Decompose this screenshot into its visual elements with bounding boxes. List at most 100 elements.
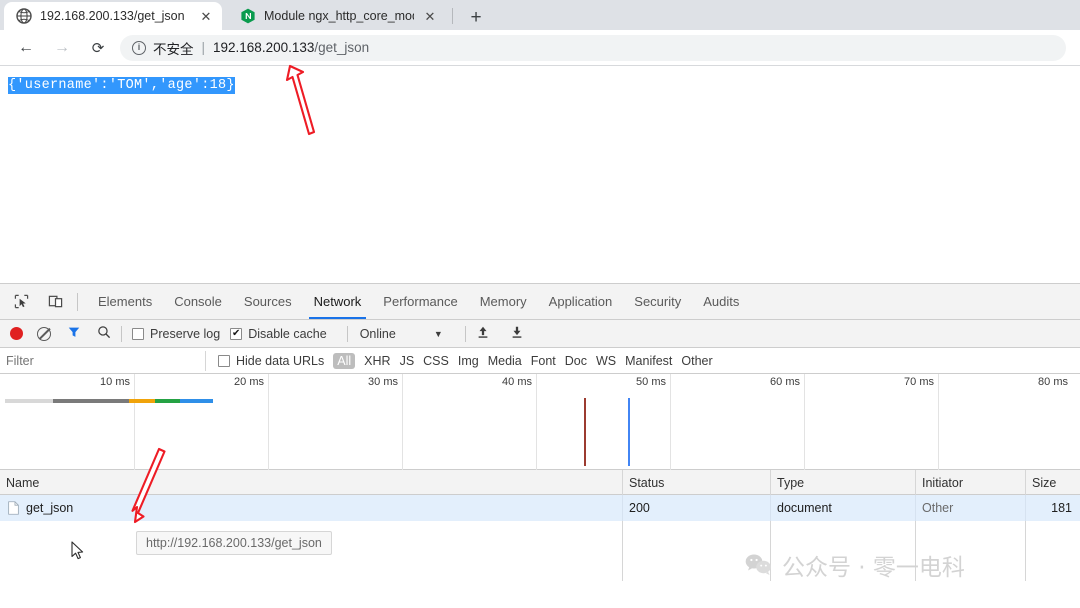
devtools-tab-memory[interactable]: Memory	[469, 284, 538, 319]
hide-data-urls-checkbox[interactable]	[218, 354, 230, 367]
hide-data-urls-label: Hide data URLs	[236, 353, 325, 368]
network-toolbar: Preserve log Disable cache Online ▼	[0, 320, 1080, 348]
browser-tabstrip: 192.168.200.133/get_json ✕ Module ngx_ht…	[0, 0, 1080, 30]
overview-tick-40ms: 40 ms	[502, 376, 532, 388]
filter-input[interactable]	[6, 353, 206, 368]
export-har-button[interactable]	[510, 325, 524, 342]
network-toolbar-divider-1	[121, 325, 122, 342]
clear-button[interactable]	[37, 326, 51, 341]
record-button[interactable]	[10, 327, 23, 340]
document-icon	[8, 501, 19, 515]
column-header-initiator[interactable]: Initiator	[915, 470, 1025, 495]
filter-type-all[interactable]: All	[333, 352, 356, 369]
cell-type: document	[770, 495, 915, 521]
arrow-to-request-row	[131, 447, 166, 524]
screenshot-root: 192.168.200.133/get_json ✕ Module ngx_ht…	[0, 0, 1080, 608]
throttling-select-value[interactable]: Online	[360, 327, 396, 341]
devtools-tab-audits[interactable]: Audits	[692, 284, 750, 319]
table-column-rule	[915, 521, 916, 581]
back-button[interactable]: ←	[12, 34, 40, 62]
filter-type-doc[interactable]: Doc	[565, 354, 587, 368]
preserve-log-checkbox[interactable]	[132, 327, 144, 340]
overview-tick-60ms: 60 ms	[770, 376, 800, 388]
filter-type-xhr[interactable]: XHR	[364, 354, 390, 368]
device-toolbar-icon[interactable]	[42, 290, 68, 314]
browser-tab-2-title: Module ngx_http_core_modul	[264, 9, 414, 23]
devtools-tab-network[interactable]: Network	[303, 284, 373, 319]
table-column-rule	[622, 521, 623, 581]
filter-type-css[interactable]: CSS	[423, 354, 449, 368]
column-header-status[interactable]: Status	[622, 470, 770, 495]
search-button[interactable]	[97, 325, 111, 342]
info-circle-icon[interactable]: i	[132, 40, 146, 55]
dom-content-loaded-marker	[584, 398, 586, 466]
filter-type-img[interactable]: Img	[458, 354, 479, 368]
cell-status: 200	[622, 495, 770, 521]
network-toolbar-divider-2	[346, 325, 348, 342]
column-header-type[interactable]: Type	[770, 470, 915, 495]
devtools-tab-console[interactable]: Console	[163, 284, 233, 319]
filter-button[interactable]	[67, 325, 81, 342]
column-header-size[interactable]: Size	[1025, 470, 1080, 495]
overview-gridline	[938, 374, 939, 470]
column-header-name[interactable]: Name	[0, 470, 622, 495]
browser-tab-2-close-icon[interactable]: ✕	[422, 8, 438, 24]
overview-gridline	[536, 374, 537, 470]
url-host: 192.168.200.133	[213, 40, 315, 55]
filter-type-js[interactable]: JS	[400, 354, 415, 368]
overview-gridline	[268, 374, 269, 470]
browser-tab-1[interactable]: 192.168.200.133/get_json ✕	[4, 2, 222, 30]
disable-cache-checkbox[interactable]	[230, 327, 243, 340]
address-bar[interactable]: i 不安全 | 192.168.200.133 /get_json	[120, 34, 1066, 61]
inspect-element-icon[interactable]	[8, 290, 34, 314]
omnibox-divider: |	[201, 40, 206, 55]
cell-name[interactable]: get_json	[0, 495, 622, 521]
devtools-tab-performance[interactable]: Performance	[372, 284, 468, 319]
tabstrip-divider	[452, 8, 453, 24]
filter-type-font[interactable]: Font	[531, 354, 556, 368]
browser-tab-1-title: 192.168.200.133/get_json	[40, 9, 185, 23]
overview-tick-30ms: 30 ms	[368, 376, 398, 388]
import-har-button[interactable]	[476, 325, 490, 342]
filter-type-media[interactable]: Media	[488, 354, 522, 368]
disable-cache-label: Disable cache	[248, 326, 327, 341]
forward-button[interactable]: →	[48, 34, 76, 62]
devtools-tab-application[interactable]: Application	[538, 284, 624, 319]
chevron-down-icon[interactable]: ▼	[434, 329, 443, 339]
filter-type-other[interactable]: Other	[681, 354, 712, 368]
nginx-icon	[241, 8, 255, 24]
overview-segment-stalled	[53, 399, 129, 403]
response-body-text: {'username':'TOM','age':18}	[8, 77, 235, 94]
arrow-to-response-body	[285, 64, 316, 136]
network-filter-bar: Hide data URLs All XHR JS CSS Img Media …	[0, 348, 1080, 374]
filter-type-manifest[interactable]: Manifest	[625, 354, 672, 368]
devtools-tab-elements[interactable]: Elements	[87, 284, 163, 319]
cell-name-text: get_json	[26, 501, 74, 515]
page-viewport: {'username':'TOM','age':18}	[0, 66, 1080, 283]
mouse-cursor	[71, 541, 84, 560]
devtools-tabbar: Elements Console Sources Network Perform…	[0, 284, 1080, 320]
overview-tick-50ms: 50 ms	[636, 376, 666, 388]
overview-gridline	[670, 374, 671, 470]
preserve-log-label: Preserve log	[150, 326, 221, 341]
url-tooltip: http://192.168.200.133/get_json	[136, 531, 332, 555]
overview-tick-20ms: 20 ms	[234, 376, 264, 388]
reload-button[interactable]: ⟳	[84, 34, 112, 62]
table-column-rule	[770, 521, 771, 581]
devtools-tab-sources[interactable]: Sources	[233, 284, 303, 319]
new-tab-button[interactable]: +	[464, 5, 488, 29]
overview-tick-80ms: 80 ms	[1038, 376, 1068, 388]
overview-segment-receiving	[180, 399, 213, 403]
devtools-tabbar-divider	[77, 292, 78, 311]
overview-segment-content-download	[155, 399, 180, 403]
overview-tick-10ms: 10 ms	[100, 376, 130, 388]
filter-type-ws[interactable]: WS	[596, 354, 616, 368]
overview-segment-waiting-ttfb	[129, 399, 155, 403]
url-path: /get_json	[314, 40, 370, 55]
browser-tab-1-close-icon[interactable]: ✕	[198, 8, 214, 24]
browser-tab-2[interactable]: Module ngx_http_core_modul ✕	[228, 2, 446, 30]
devtools-tab-security[interactable]: Security	[623, 284, 692, 319]
security-label: 不安全	[153, 41, 194, 57]
network-toolbar-divider-3	[464, 325, 466, 342]
globe-icon	[16, 8, 32, 24]
